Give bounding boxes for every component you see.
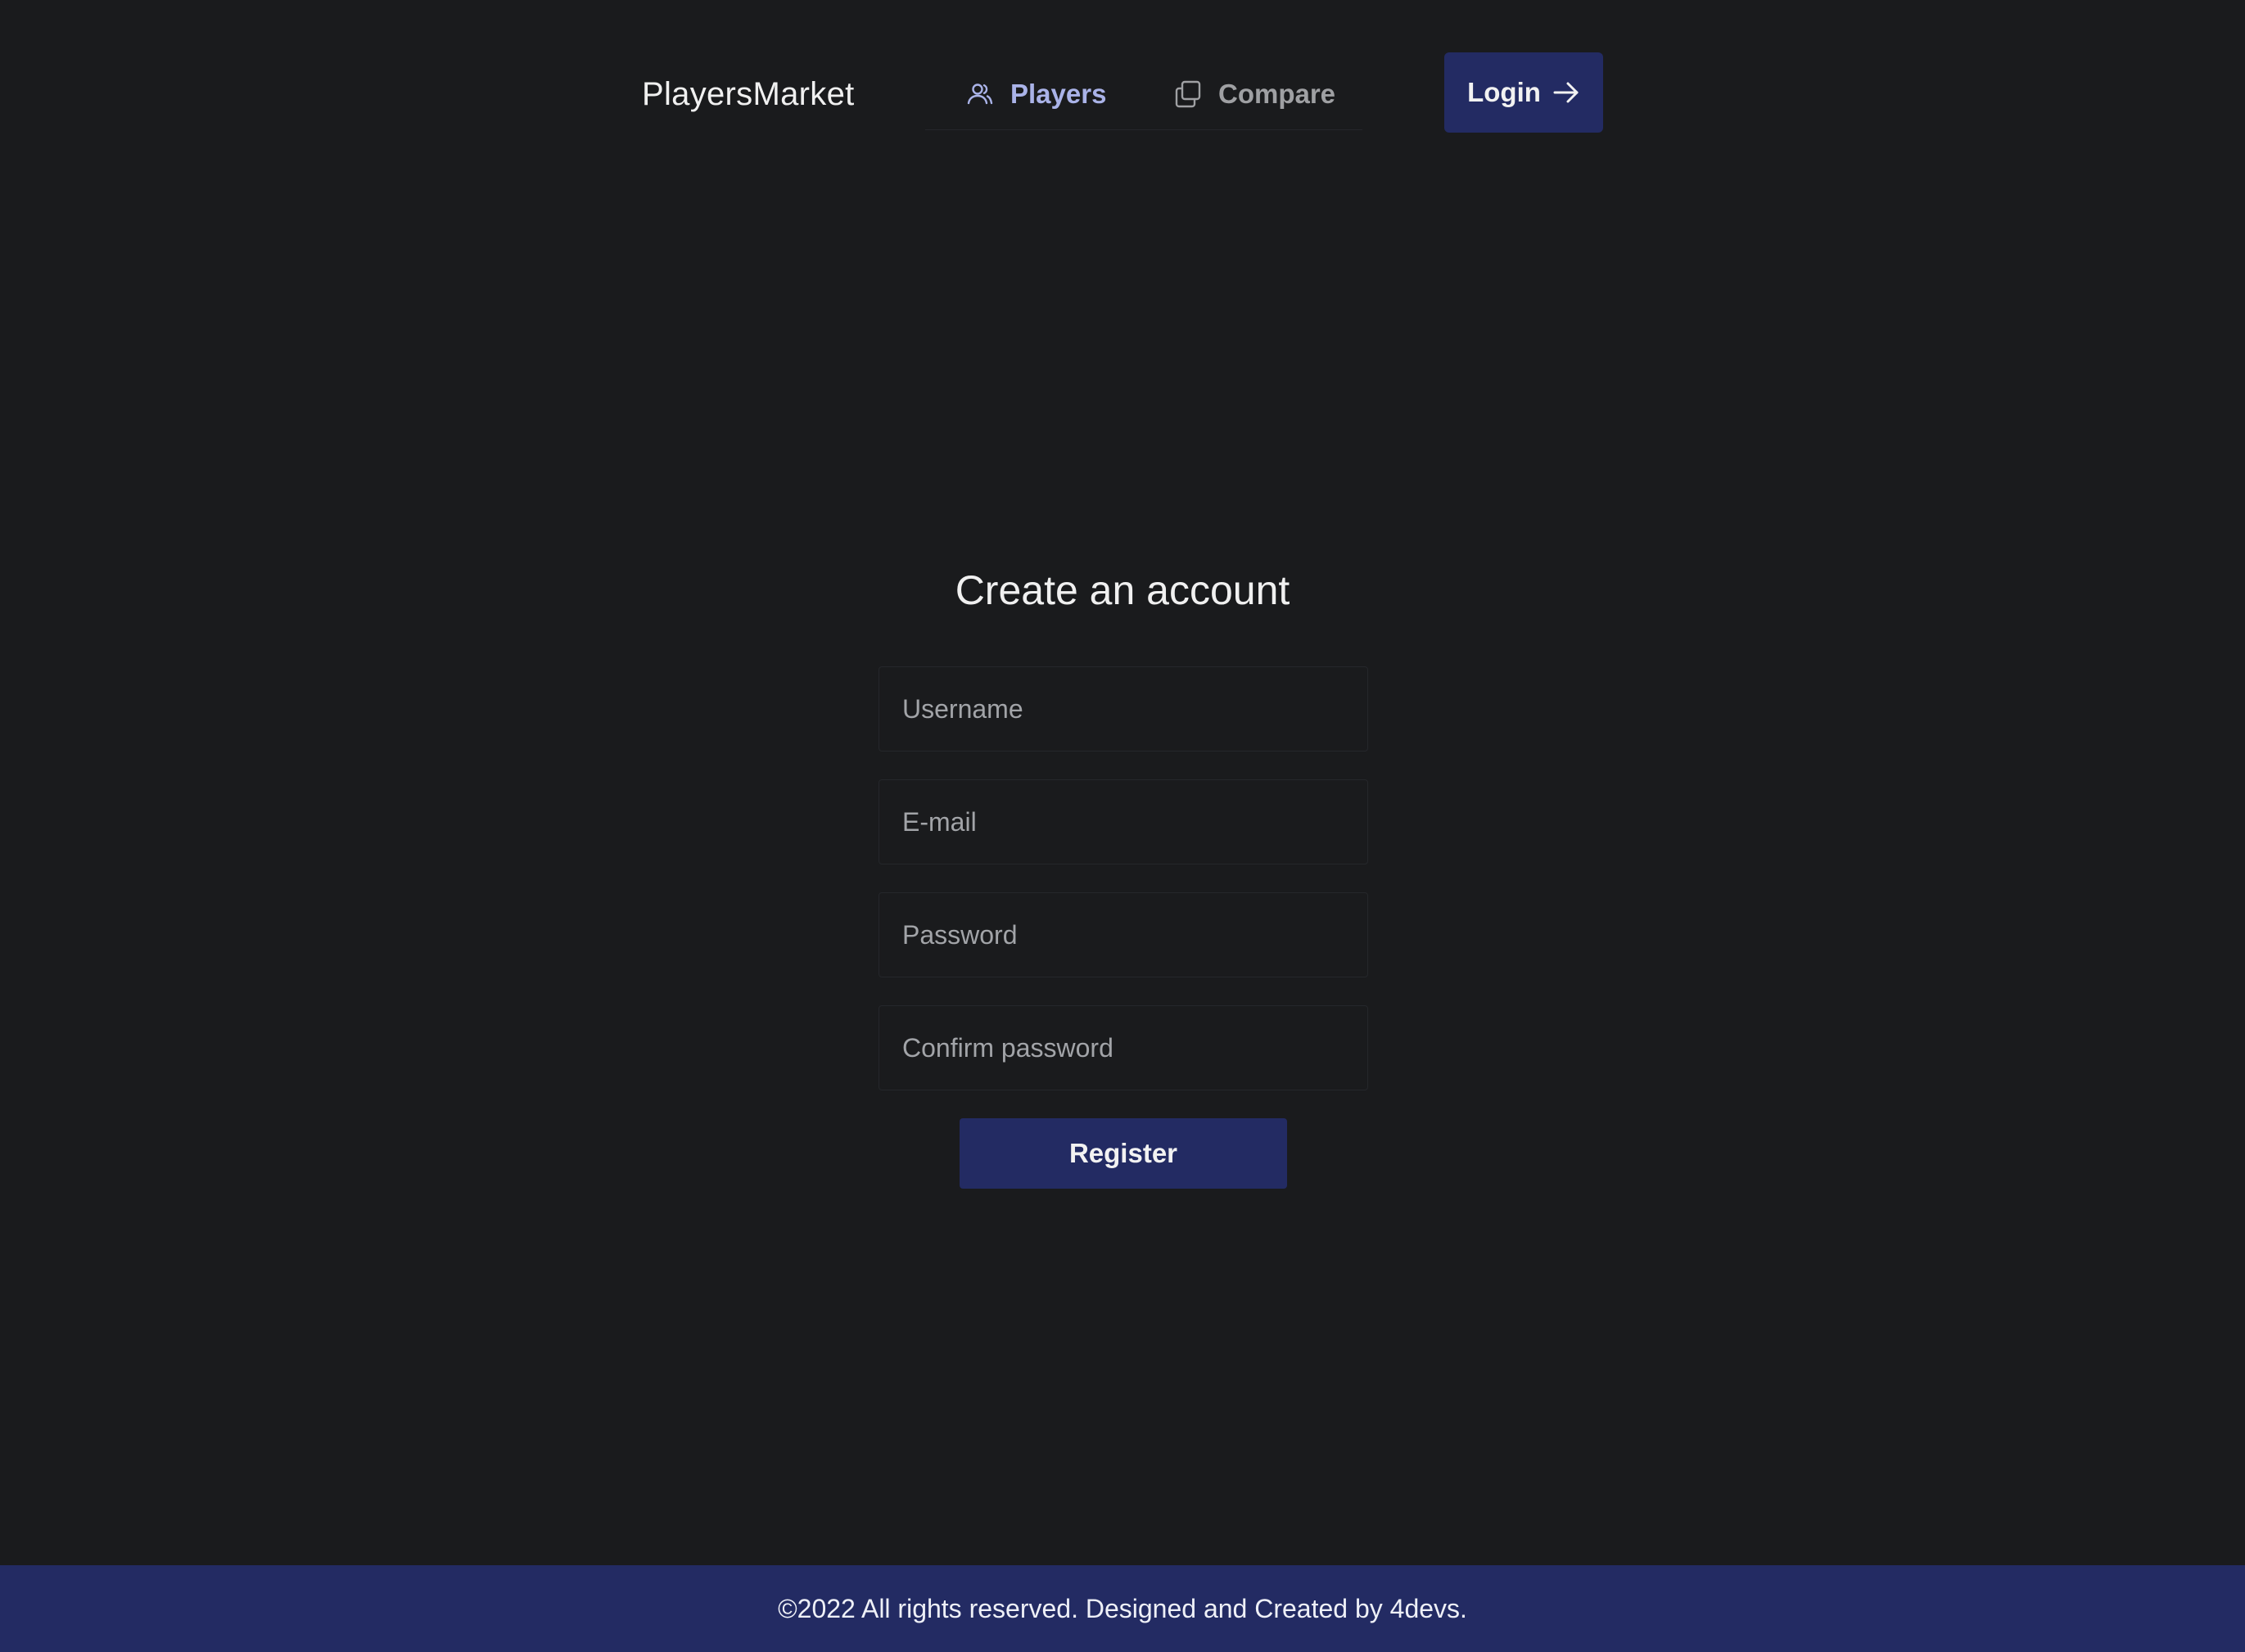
nav-item-compare[interactable]: Compare xyxy=(1174,74,1335,115)
page-title: Create an account xyxy=(955,567,1290,613)
footer-copyright: ©2022 All rights reserved. Designed and … xyxy=(778,1593,1467,1623)
username-input[interactable] xyxy=(879,666,1368,752)
confirm-password-input[interactable] xyxy=(879,1005,1368,1090)
password-input[interactable] xyxy=(879,892,1368,977)
site-footer: ©2022 All rights reserved. Designed and … xyxy=(0,1565,2245,1652)
compare-icon xyxy=(1174,80,1202,108)
main-nav: Players Compare xyxy=(925,49,1362,130)
email-input[interactable] xyxy=(879,779,1368,864)
users-icon xyxy=(966,82,994,106)
nav-item-compare-label: Compare xyxy=(1218,79,1336,109)
login-button[interactable]: Login xyxy=(1444,52,1603,133)
register-button-label: Register xyxy=(1068,1138,1178,1168)
nav-item-players-label: Players xyxy=(1010,79,1107,109)
login-button-label: Login xyxy=(1467,77,1541,107)
site-header: PlayersMarket Players Compare Login xyxy=(0,0,2245,188)
arrow-right-icon xyxy=(1552,80,1580,105)
nav-item-players[interactable]: Players xyxy=(966,74,1106,115)
brand-logo-text[interactable]: PlayersMarket xyxy=(642,70,855,119)
register-button[interactable]: Register xyxy=(960,1118,1287,1189)
